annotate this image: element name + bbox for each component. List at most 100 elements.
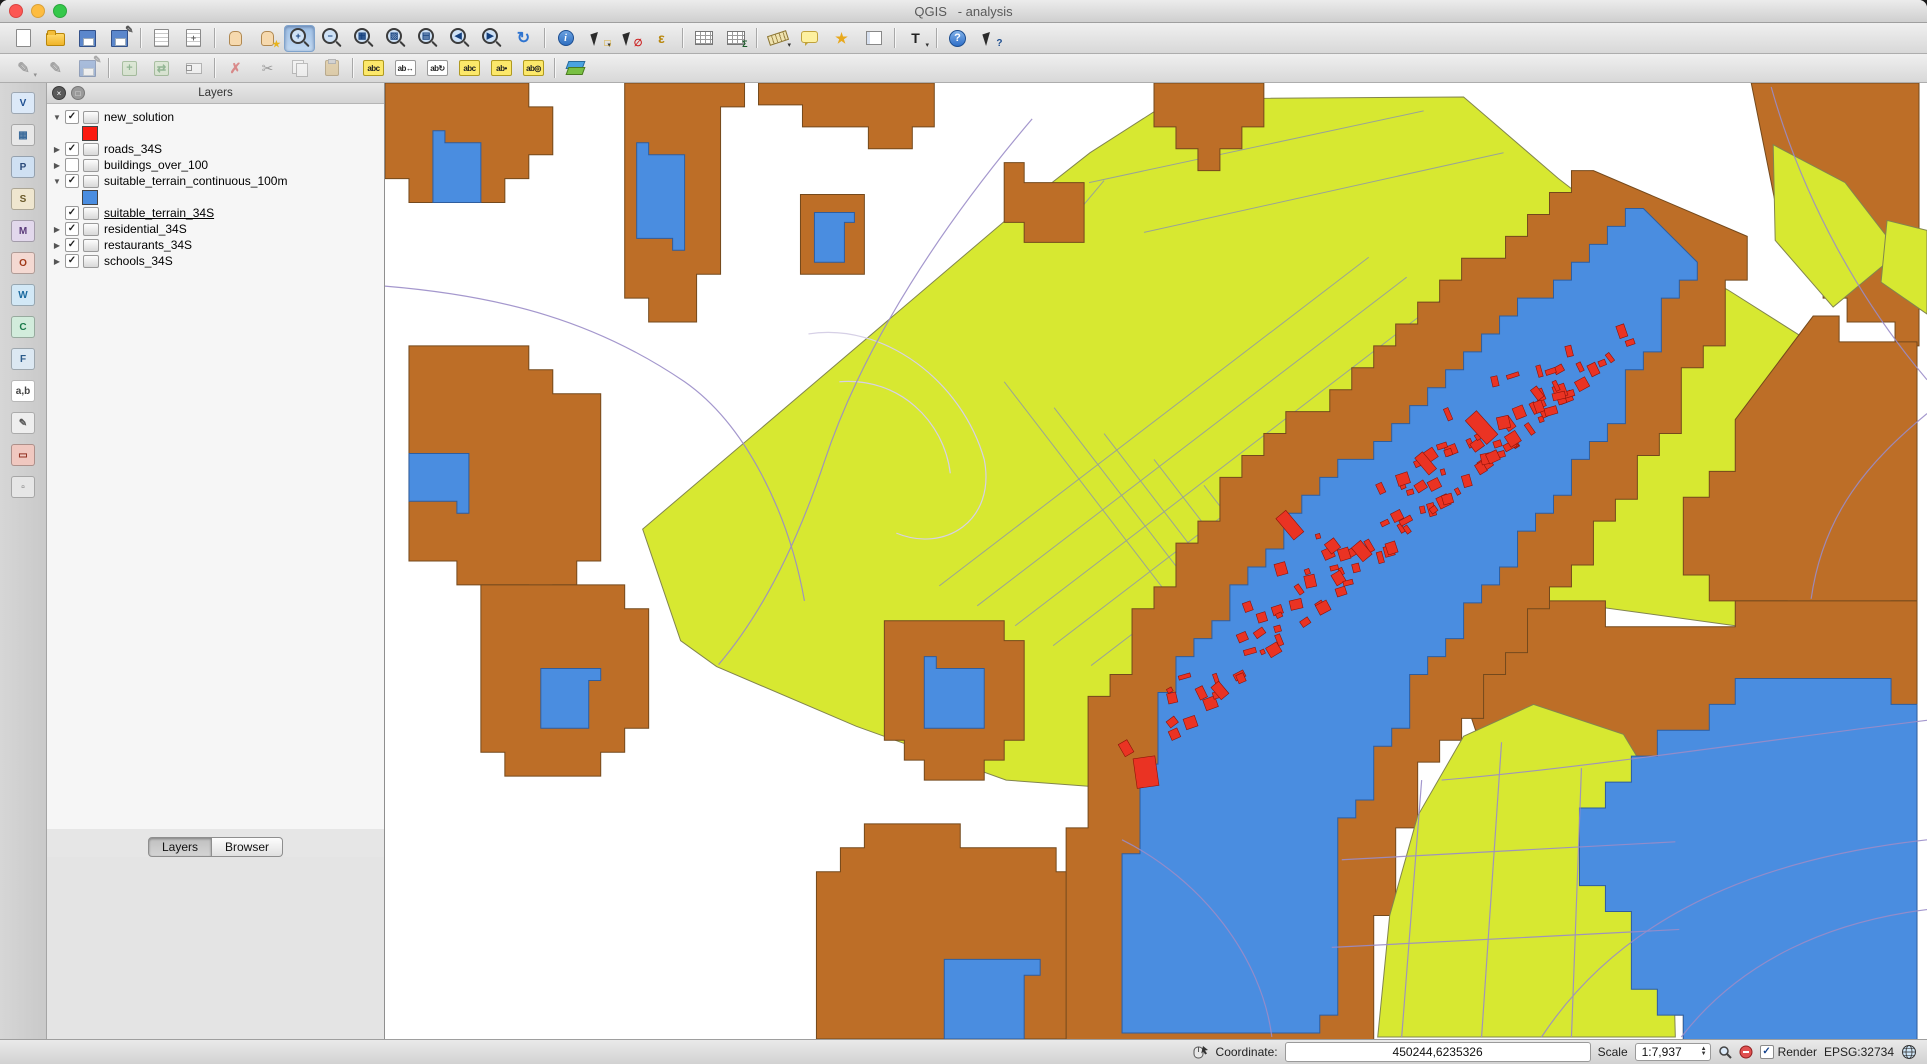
tool-add-spatialite-layer[interactable]: S (6, 185, 40, 213)
mouse-position-icon[interactable] (1193, 1045, 1209, 1059)
minimize-window-button[interactable] (31, 4, 45, 18)
tool-new-bookmark[interactable]: ★ (826, 25, 857, 52)
tool-new-print-composer[interactable] (146, 25, 177, 52)
tool-zoom-to-layer[interactable]: ▤ (412, 25, 443, 52)
tool-zoom-next[interactable]: ▶ (476, 25, 507, 52)
tool-pan-map[interactable] (220, 25, 251, 52)
tab-layers[interactable]: Layers (148, 837, 212, 857)
layer-name[interactable]: residential_34S (104, 222, 187, 236)
tool-whats-this[interactable]: ? (974, 25, 1005, 52)
layer-checkbox[interactable]: ✓ (65, 254, 79, 268)
tool-add-mssql-layer[interactable]: M (6, 217, 40, 245)
layer-symbol-swatch[interactable] (82, 126, 98, 141)
tool-copy-features[interactable] (284, 55, 315, 82)
tool-add-vector-layer[interactable]: V (6, 89, 40, 117)
layer-expand-arrow[interactable]: ▶ (51, 241, 63, 250)
tool-new-project[interactable] (8, 25, 39, 52)
close-window-button[interactable] (9, 4, 23, 18)
tool-add-oracle-layer[interactable]: O (6, 249, 40, 277)
layer-expand-arrow[interactable]: ▼ (51, 113, 63, 122)
tool-add-feature[interactable]: + (114, 55, 145, 82)
zoom-window-button[interactable] (53, 4, 67, 18)
tool-composer-manager[interactable]: + (178, 25, 209, 52)
tool-save-layer-edits[interactable]: ✎ (72, 55, 103, 82)
tool-show-hide-labels[interactable]: ab◎ (518, 55, 549, 82)
tool-pan-map-to-selection[interactable]: ★ (252, 25, 283, 52)
tool-add-wfs-layer[interactable]: F (6, 345, 40, 373)
layer-name[interactable]: suitable_terrain_34S (104, 206, 214, 220)
layer-checkbox[interactable]: ✓ (65, 110, 79, 124)
panel-detach-icon[interactable]: □ (71, 86, 85, 100)
tool-select-features[interactable]: □▾ (582, 25, 613, 52)
scale-combo[interactable]: ▲▼ (1635, 1043, 1711, 1061)
tool-measure-line[interactable]: ▾ (762, 25, 793, 52)
tool-move-label[interactable]: ab↔ (390, 55, 421, 82)
tool-zoom-out[interactable]: − (316, 25, 347, 52)
tool-node-tool[interactable] (178, 55, 209, 82)
tool-identify-features[interactable]: i (550, 25, 581, 52)
layer-checkbox[interactable]: ✓ (65, 142, 79, 156)
tool-add-wms-layer[interactable]: W (6, 281, 40, 309)
tool-cut-features[interactable]: ✂ (252, 55, 283, 82)
layer-expand-arrow[interactable]: ▼ (51, 177, 63, 186)
layer-expand-arrow[interactable]: ▶ (51, 145, 63, 154)
tool-refresh-map[interactable]: ↻ (508, 25, 539, 52)
tool-open-project[interactable] (40, 25, 71, 52)
tab-browser[interactable]: Browser (212, 837, 283, 857)
tool-pin-labels[interactable]: ab• (486, 55, 517, 82)
render-checkbox[interactable]: ✓ Render (1760, 1045, 1817, 1059)
scale-input[interactable] (1642, 1045, 1697, 1059)
layer-expand-arrow[interactable]: ▶ (51, 257, 63, 266)
tool-new-shapefile-layer[interactable]: ✎ (6, 409, 40, 437)
tool-help-contents[interactable]: ? (942, 25, 973, 52)
scale-combo-arrows-icon[interactable]: ▲▼ (1701, 1047, 1707, 1057)
layer-expand-arrow[interactable]: ▶ (51, 225, 63, 234)
layer-name[interactable]: roads_34S (104, 142, 162, 156)
layer-checkbox[interactable] (65, 158, 79, 172)
tool-current-edits[interactable]: ✎▾ (8, 55, 39, 82)
layer-name[interactable]: new_solution (104, 110, 174, 124)
tool-text-annotation[interactable]: T▾ (900, 25, 931, 52)
layer-checkbox[interactable]: ✓ (65, 174, 79, 188)
render-checkbox-box[interactable]: ✓ (1760, 1045, 1774, 1059)
coordinate-input[interactable] (1285, 1042, 1591, 1062)
layer-symbol-swatch[interactable] (82, 190, 98, 205)
tool-processing-toolbox[interactable] (560, 55, 591, 82)
map-canvas[interactable] (385, 83, 1927, 1039)
layer-checkbox[interactable]: ✓ (65, 238, 79, 252)
tool-move-feature[interactable]: ⇄ (146, 55, 177, 82)
tool-zoom-last[interactable]: ◀ (444, 25, 475, 52)
layer-name[interactable]: schools_34S (104, 254, 173, 268)
tool-open-attribute-table[interactable] (688, 25, 719, 52)
tool-zoom-to-selection[interactable]: ▨ (380, 25, 411, 52)
tool-save-project-as[interactable]: ✎ (104, 25, 135, 52)
tool-add-raster-layer[interactable]: ▦ (6, 121, 40, 149)
layer-checkbox[interactable]: ✓ (65, 206, 79, 220)
stop-render-icon[interactable] (1739, 1045, 1753, 1059)
magnifier-icon[interactable] (1718, 1045, 1732, 1059)
layer-name[interactable]: buildings_over_100 (104, 158, 208, 172)
tool-add-wcs-layer[interactable]: C (6, 313, 40, 341)
tool-field-calculator[interactable]: Σ (720, 25, 751, 52)
tool-change-label[interactable]: abc (454, 55, 485, 82)
tool-toggle-editing[interactable]: ✎ (40, 55, 71, 82)
tool-deselect-features[interactable]: ∅ (614, 25, 645, 52)
layer-name[interactable]: restaurants_34S (104, 238, 192, 252)
layer-expand-arrow[interactable]: ▶ (51, 161, 63, 170)
tool-select-by-expression[interactable]: ε (646, 25, 677, 52)
tool-save-project[interactable] (72, 25, 103, 52)
tool-map-tips[interactable] (794, 25, 825, 52)
tool-add-postgis-layer[interactable]: P (6, 153, 40, 181)
tool-add-delimited-text-layer[interactable]: a,b (6, 377, 40, 405)
tool-labeling[interactable]: abc (358, 55, 389, 82)
tool-remove-layer-group[interactable]: ▭ (6, 441, 40, 469)
tool-delete-selected[interactable]: ✗ (220, 55, 251, 82)
layer-name[interactable]: suitable_terrain_continuous_100m (104, 174, 287, 188)
panel-close-icon[interactable]: × (52, 86, 66, 100)
crs-globe-icon[interactable] (1901, 1044, 1917, 1060)
tool-zoom-full[interactable]: ▦ (348, 25, 379, 52)
tool-rotate-label[interactable]: ab↻ (422, 55, 453, 82)
tool-zoom-in[interactable]: + (284, 25, 315, 52)
tool-selection-tool[interactable]: ▫ (6, 473, 40, 501)
tool-paste-features[interactable] (316, 55, 347, 82)
